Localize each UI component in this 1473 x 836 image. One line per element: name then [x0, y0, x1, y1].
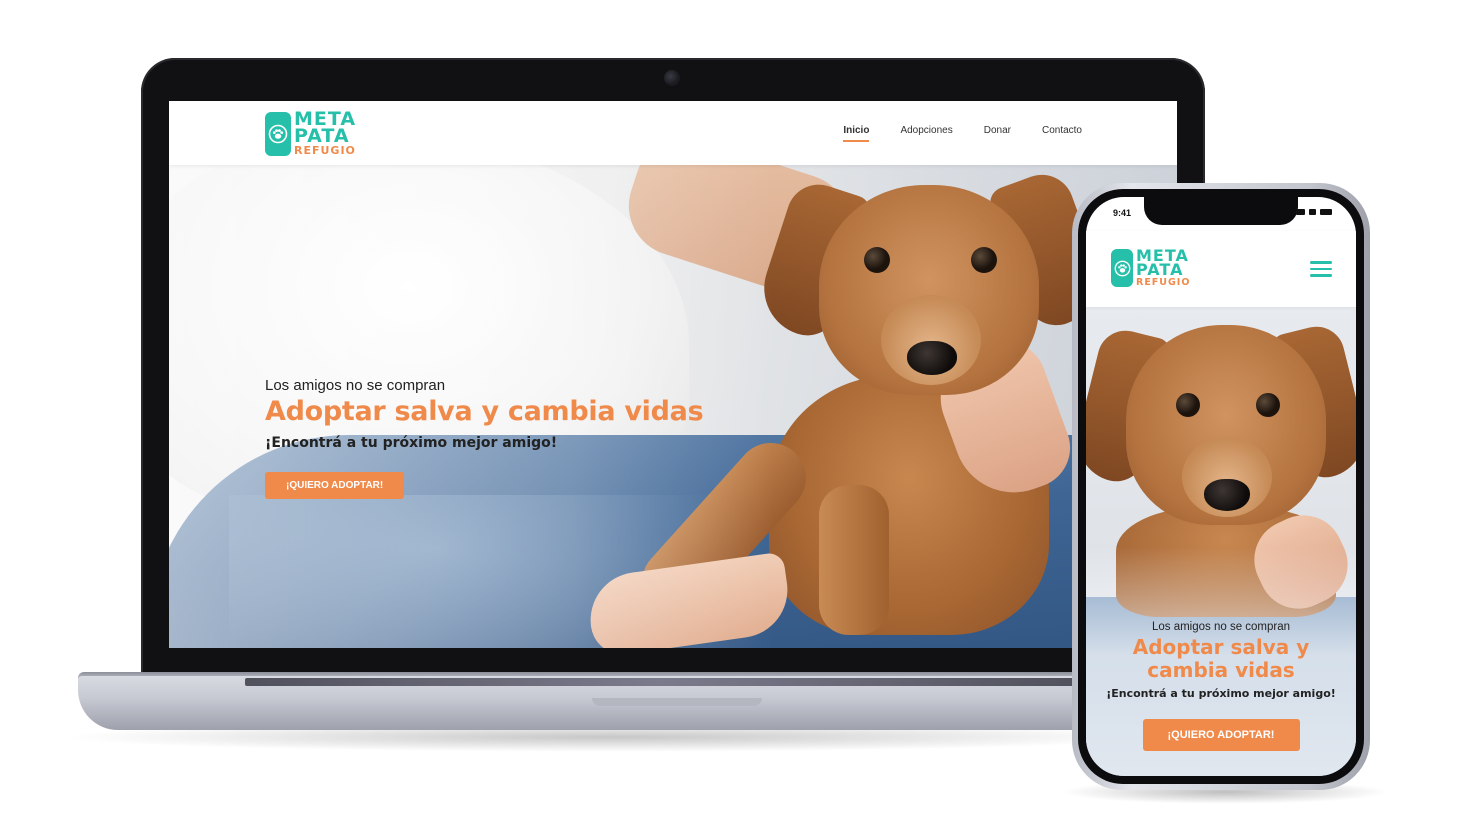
main-nav: Inicio Adopciones Donar Contacto [843, 125, 1082, 142]
site-header: META PATA REFUGIO Inicio Adopciones Dona… [169, 101, 1177, 165]
hero-subtitle: ¡Encontrá a tu próximo mejor amigo! [265, 435, 558, 451]
adopt-button[interactable]: ¡QUIERO ADOPTAR! [1142, 719, 1300, 751]
phone-notch [1144, 197, 1298, 225]
phone-header: META PATA REFUGIO [1086, 231, 1356, 307]
nav-item-donar[interactable]: Donar [984, 125, 1011, 142]
phone-hero-text: Los amigos no se compran Adoptar salva y… [1086, 621, 1356, 751]
webcam [664, 70, 680, 86]
nav-item-inicio[interactable]: Inicio [843, 125, 870, 142]
hero-section: Los amigos no se compran Adoptar salva y… [169, 165, 1177, 648]
battery-icon [1320, 209, 1332, 215]
hero-title-line1: Adoptar salva y [1132, 635, 1310, 659]
paw-icon [1114, 260, 1130, 277]
hero-kicker: Los amigos no se compran [265, 377, 446, 394]
phone-hero-section: Los amigos no se compran Adoptar salva y… [1086, 307, 1356, 776]
logo-badge [265, 111, 291, 156]
wifi-icon [1309, 209, 1316, 215]
logo-text: META PATA REFUGIO [1136, 247, 1191, 288]
hamburger-icon[interactable] [1310, 261, 1332, 281]
signal-icon [1296, 209, 1305, 215]
status-icons [1296, 209, 1332, 215]
site-logo[interactable]: META PATA REFUGIO [265, 109, 356, 158]
hero-title: Adoptar salva y cambia vidas [1086, 636, 1356, 682]
hero-subtitle: ¡Encontrá a tu próximo mejor amigo! [1106, 687, 1336, 700]
logo-word-pata: PATA [294, 125, 350, 148]
status-time: 9:41 [1113, 208, 1132, 218]
hero-kicker: Los amigos no se compran [1151, 621, 1291, 633]
logo-text: META PATA REFUGIO [294, 109, 356, 158]
hero-text: Los amigos no se compran Adoptar salva y… [265, 377, 704, 499]
keyboard-edge [245, 678, 1075, 686]
trackpad-notch [592, 698, 762, 706]
hero-title-line2: cambia vidas [1147, 658, 1295, 682]
nav-item-contacto[interactable]: Contacto [1042, 125, 1082, 142]
logo-badge [1111, 249, 1133, 288]
logo-word-pata: PATA [1136, 260, 1184, 280]
paw-icon [268, 124, 288, 143]
logo-word-refugio: REFUGIO [1136, 276, 1191, 288]
logo-word-refugio: REFUGIO [294, 144, 356, 158]
adopt-button[interactable]: ¡QUIERO ADOPTAR! [265, 472, 405, 499]
phone-logo[interactable]: META PATA REFUGIO [1111, 247, 1191, 288]
laptop-screen: META PATA REFUGIO Inicio Adopciones Dona… [169, 101, 1177, 648]
phone-screen: 9:41 META PATA REFUGIO Los amigos no se … [1086, 197, 1356, 776]
hero-title: Adoptar salva y cambia vidas [265, 396, 704, 427]
nav-item-adopciones[interactable]: Adopciones [900, 125, 952, 142]
